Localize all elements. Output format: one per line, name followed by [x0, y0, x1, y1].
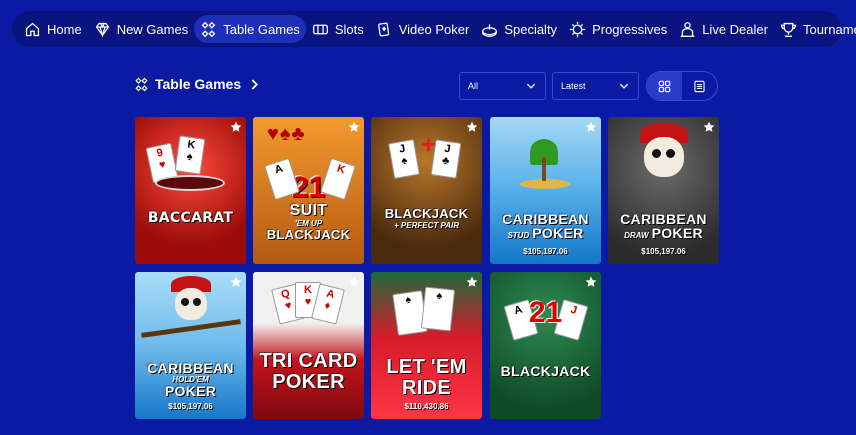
nav-tournaments-label: Tournaments [802, 21, 856, 37]
game-title-2: POKER [532, 225, 584, 242]
top-nav: Home New Games Table Games Slots Video P… [12, 11, 856, 47]
game-card-tri-card-poker[interactable]: Q ♥ K ♥ A ♦ TRI CARD POKER [253, 272, 364, 419]
game-card-caribbean-stud-poker[interactable]: CARIBBEAN STUD POKER $105,197.06 [490, 117, 601, 264]
category-select[interactable]: All [459, 72, 546, 100]
nav-video-poker[interactable]: Video Poker [370, 15, 476, 43]
jackpot-amount: $110,430.86 [404, 402, 449, 411]
specialty-icon [482, 23, 498, 37]
nav-live-dealer-label: Live Dealer [702, 21, 768, 37]
favorite-star-icon[interactable] [703, 121, 715, 133]
game-card-blackjack[interactable]: A J 21 BLACKJACK [490, 272, 601, 419]
game-title: CARIBBEAN [502, 210, 589, 227]
favorite-star-icon[interactable] [348, 121, 360, 133]
nav-slots[interactable]: Slots [306, 15, 370, 43]
list-view-button[interactable] [682, 72, 717, 100]
nav-progressives-label: Progressives [592, 21, 668, 37]
game-card-baccarat[interactable]: 9 ♥ K ♠ BACCARAT [135, 117, 246, 264]
game-title-2: POKER [164, 383, 217, 400]
favorite-star-icon[interactable] [466, 276, 478, 288]
view-toggle [646, 71, 718, 101]
diamond-icon [95, 22, 109, 38]
game-title: BLACKJACK [384, 206, 469, 222]
favorite-star-icon[interactable] [230, 276, 242, 288]
favorite-star-icon[interactable] [466, 121, 478, 133]
list-icon [694, 80, 705, 92]
nav-progressives[interactable]: Progressives [563, 15, 673, 43]
chevron-down-icon [526, 83, 536, 89]
game-card-let-em-ride[interactable]: ♠ ♠ LET 'EM RIDE $110,430.86 [371, 272, 482, 419]
sort-select-value: Latest [561, 81, 586, 91]
section-heading[interactable]: Table Games [134, 76, 262, 92]
game-subtitle: + PERFECT PAIR [394, 221, 459, 230]
nav-new-games-label: New Games [116, 21, 189, 37]
grid-icon [658, 80, 671, 92]
nav-table-games[interactable]: Table Games [194, 15, 306, 43]
progressives-icon [569, 21, 586, 37]
favorite-star-icon[interactable] [585, 121, 597, 133]
jackpot-amount: $105,197.06 [641, 247, 686, 256]
game-title: BACCARAT [147, 210, 234, 227]
chevron-down-icon [619, 83, 629, 89]
favorite-star-icon[interactable] [585, 276, 597, 288]
nav-home-label: Home [47, 21, 82, 37]
jackpot-amount: $105,197.06 [523, 247, 568, 256]
nav-specialty[interactable]: Specialty [475, 15, 563, 43]
section-title: Table Games [155, 76, 242, 92]
video-poker-icon [377, 22, 389, 36]
nav-live-dealer[interactable]: Live Dealer [673, 15, 774, 43]
game-subtitle: DRAW [624, 231, 649, 241]
nav-home[interactable]: Home [18, 15, 88, 43]
game-title-2: POKER [651, 225, 703, 242]
game-title-line3: BLACKJACK [266, 227, 351, 243]
table-games-icon [201, 21, 216, 37]
nav-slots-label: Slots [334, 21, 364, 37]
sort-select[interactable]: Latest [552, 72, 639, 100]
game-card-caribbean-draw-poker[interactable]: CARIBBEAN DRAW POKER $105,197.06 [608, 117, 719, 264]
favorite-star-icon[interactable] [348, 276, 360, 288]
game-card-blackjack-perfect-pair[interactable]: J ♠ + J ♣ BLACKJACK + PERFECT PAIR [371, 117, 482, 264]
game-title: BLACKJACK [500, 363, 591, 380]
game-title-2: POKER [272, 371, 345, 393]
favorite-star-icon[interactable] [230, 121, 242, 133]
nav-new-games[interactable]: New Games [88, 15, 195, 43]
trophy-icon [781, 22, 796, 37]
live-dealer-icon [680, 21, 695, 37]
category-select-value: All [468, 81, 479, 91]
game-card-suit-em-up-blackjack[interactable]: ♥♠♣ A K 21 SUIT 'EM UP BLACKJACK [253, 117, 364, 264]
table-games-icon [135, 77, 148, 91]
chevron-right-icon [251, 78, 259, 90]
game-title-2: RIDE [402, 377, 451, 399]
jackpot-amount: $105,197.06 [168, 402, 213, 411]
home-icon [25, 22, 40, 36]
game-title: CARIBBEAN [147, 359, 234, 376]
nav-table-games-label: Table Games [223, 21, 300, 37]
nav-tournaments[interactable]: Tournaments [774, 15, 856, 43]
nav-video-poker-label: Video Poker [398, 21, 470, 37]
nav-specialty-label: Specialty [504, 21, 558, 37]
game-badge-21: 21 [528, 296, 563, 329]
game-subtitle: STUD [507, 231, 530, 241]
grid-view-button[interactable] [647, 72, 682, 100]
game-card-caribbean-holdem-poker[interactable]: CARIBBEAN HOLD'EM POKER $105,197.06 [135, 272, 246, 419]
slots-icon [312, 24, 328, 34]
game-title: CARIBBEAN [620, 210, 707, 227]
